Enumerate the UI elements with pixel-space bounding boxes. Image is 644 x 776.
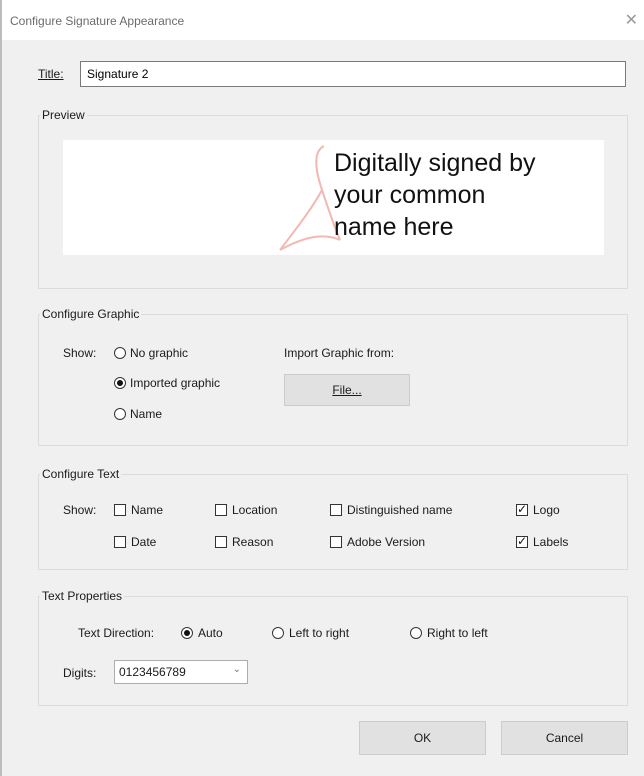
dialog-title: Configure Signature Appearance (10, 14, 185, 28)
adobe-version-label[interactable]: Adobe Version (347, 535, 425, 549)
logo-checkbox[interactable] (516, 502, 528, 516)
import-graphic-label: Import Graphic from: (284, 346, 395, 360)
title-label: Title: (38, 67, 64, 81)
preview-group-label: Preview (40, 108, 87, 122)
direction-rtl-label[interactable]: Right to left (427, 626, 488, 640)
text-properties-group (38, 596, 628, 706)
logo-checkbox-label[interactable]: Logo (533, 503, 560, 517)
date-checkbox-label[interactable]: Date (131, 535, 156, 549)
dialog-title-bar: Configure Signature Appearance ✕ (0, 0, 644, 776)
preview-line-1: Digitally signed by (334, 149, 536, 177)
labels-checkbox[interactable] (516, 534, 528, 548)
no-graphic-radio[interactable] (114, 347, 126, 359)
adobe-version-checkbox[interactable] (330, 536, 342, 548)
direction-rtl-radio[interactable] (410, 627, 422, 639)
direction-ltr-label[interactable]: Left to right (289, 626, 349, 640)
reason-checkbox[interactable] (215, 536, 227, 548)
preview-text: Digitally signed by your common name her… (334, 147, 604, 243)
location-checkbox[interactable] (215, 504, 227, 516)
file-button-label: File... (332, 383, 362, 397)
location-checkbox-label[interactable]: Location (232, 503, 277, 517)
close-icon[interactable]: ✕ (625, 10, 638, 30)
name-checkbox-label[interactable]: Name (131, 503, 163, 517)
name-graphic-radio[interactable] (114, 408, 126, 420)
distinguished-name-checkbox[interactable] (330, 504, 342, 516)
digits-select[interactable]: 0123456789 ⌄ (114, 660, 248, 684)
digits-select-value: 0123456789 (119, 665, 186, 679)
title-input[interactable] (80, 61, 626, 87)
distinguished-name-label[interactable]: Distinguished name (347, 503, 452, 517)
title-label-text: Title: (38, 67, 64, 81)
direction-auto-label[interactable]: Auto (198, 626, 223, 640)
date-checkbox[interactable] (114, 536, 126, 548)
file-button[interactable]: File... (284, 374, 410, 406)
labels-checkbox-label[interactable]: Labels (533, 535, 568, 549)
configure-text-group (38, 474, 628, 570)
configure-graphic-label: Configure Graphic (40, 307, 142, 321)
imported-graphic-label[interactable]: Imported graphic (130, 376, 220, 390)
preview-line-3: name here (334, 213, 454, 241)
ok-button[interactable]: OK (359, 721, 486, 755)
reason-checkbox-label[interactable]: Reason (232, 535, 273, 549)
name-checkbox[interactable] (114, 504, 126, 516)
cancel-button[interactable]: Cancel (501, 721, 628, 755)
imported-graphic-radio[interactable] (114, 377, 126, 389)
text-properties-label: Text Properties (40, 589, 125, 603)
configure-text-label: Configure Text (40, 467, 122, 481)
text-show-label: Show: (63, 503, 97, 517)
direction-auto-radio[interactable] (181, 627, 193, 639)
preview-line-2: your common (334, 181, 486, 209)
name-graphic-label[interactable]: Name (130, 407, 162, 421)
direction-ltr-radio[interactable] (272, 627, 284, 639)
window-left-border (0, 0, 2, 776)
acrobat-logo-icon (279, 145, 341, 251)
text-direction-label: Text Direction: (78, 626, 155, 640)
chevron-down-icon: ⌄ (232, 664, 241, 675)
no-graphic-label[interactable]: No graphic (130, 346, 188, 360)
digits-label: Digits: (63, 666, 97, 680)
graphic-show-label: Show: (63, 346, 97, 360)
